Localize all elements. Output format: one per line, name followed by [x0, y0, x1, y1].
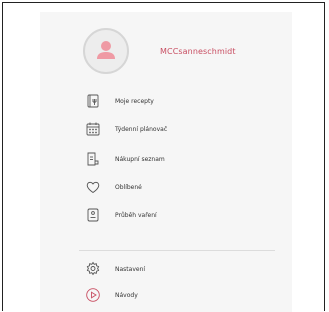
calendar-icon	[85, 121, 101, 137]
menu-divider	[79, 250, 275, 251]
cooking-progress-icon	[85, 207, 101, 223]
shopping-list-icon	[85, 151, 101, 167]
gear-icon	[85, 261, 101, 277]
recipe-book-icon	[85, 93, 101, 109]
menu-item-label: Průběh vaření	[115, 211, 157, 219]
heart-icon	[85, 179, 101, 195]
menu-item-favorites[interactable]: Oblíbené	[85, 176, 142, 198]
side-menu-panel: MCCsanneschmidt Moje recepty Týdenní plá…	[40, 12, 292, 312]
menu-item-shopping-list[interactable]: Nákupní seznam	[85, 148, 165, 170]
app-frame: MCCsanneschmidt Moje recepty Týdenní plá…	[2, 2, 325, 312]
menu-item-tutorials[interactable]: Návody	[85, 284, 138, 306]
menu-item-label: Oblíbené	[115, 183, 142, 191]
profile-header[interactable]: MCCsanneschmidt	[83, 28, 236, 74]
username[interactable]: MCCsanneschmidt	[160, 47, 236, 56]
avatar[interactable]	[83, 28, 129, 74]
menu-item-my-recipes[interactable]: Moje recepty	[85, 90, 154, 112]
menu-item-label: Týdenní plánovač	[115, 125, 168, 133]
menu-item-cooking-progress[interactable]: Průběh vaření	[85, 204, 157, 226]
menu-item-label: Nákupní seznam	[115, 155, 165, 163]
user-icon	[97, 41, 115, 59]
menu-item-label: Návody	[115, 291, 138, 299]
menu-item-weekly-planner[interactable]: Týdenní plánovač	[85, 118, 167, 140]
play-icon	[85, 287, 101, 303]
menu-item-label: Nastavení	[115, 265, 146, 273]
menu-item-settings[interactable]: Nastavení	[85, 258, 145, 280]
menu-item-label: Moje recepty	[115, 97, 154, 105]
